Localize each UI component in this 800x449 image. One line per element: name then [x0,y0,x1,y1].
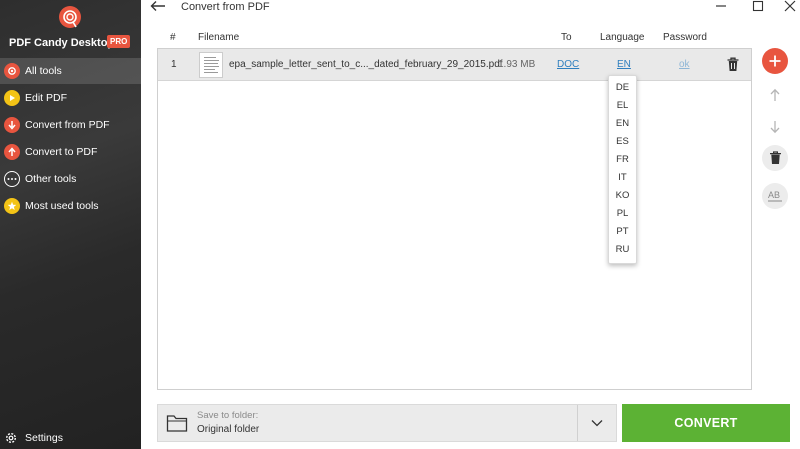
language-option-en[interactable]: EN [609,118,636,129]
app-logo-area: PDF Candy Desktop PRO [0,0,141,58]
plus-icon [769,55,781,67]
delete-file-icon[interactable] [726,57,740,72]
chevron-down-icon[interactable] [590,417,604,429]
arrow-up-icon [4,144,20,160]
pdf-candy-logo-icon [59,6,81,28]
save-folder-label: Save to folder: [197,410,259,421]
sidebar-item-label: Convert to PDF [25,146,98,158]
sidebar-item-all-tools[interactable]: All tools [0,58,141,84]
all-tools-icon [4,63,20,79]
language-link[interactable]: EN [617,59,631,70]
column-language: Language [600,32,645,43]
arrow-down-icon [770,121,780,134]
sidebar-item-label: Edit PDF [25,92,68,104]
save-folder-selector[interactable]: Save to folder: Original folder [157,404,617,442]
sidebar-item-label: Most used tools [25,200,99,212]
language-option-es[interactable]: ES [609,136,636,147]
app-name: PDF Candy Desktop [9,37,115,49]
delete-all-button[interactable] [762,145,788,171]
output-format-link[interactable]: DOC [557,59,579,70]
sidebar-item-other-tools[interactable]: Other tools [0,166,141,192]
svg-text:AB: AB [768,190,780,200]
language-option-ko[interactable]: KO [609,190,636,201]
language-option-de[interactable]: DE [609,82,636,93]
table-row[interactable]: 1 epa_sample_letter_sent_to_c..._dated_f… [158,49,751,81]
sidebar-item-edit-pdf[interactable]: Edit PDF [0,85,141,111]
sidebar-item-label: Convert from PDF [25,119,110,131]
convert-button[interactable]: CONVERT [622,404,790,442]
column-filename: Filename [198,32,240,43]
column-index: # [170,32,176,43]
language-option-pt[interactable]: PT [609,226,636,237]
language-option-fr[interactable]: FR [609,154,636,165]
edit-pdf-icon [4,90,20,106]
add-file-button[interactable] [762,48,788,74]
page-title: Convert from PDF [181,1,270,13]
password-link[interactable]: ok [679,59,690,70]
file-name: epa_sample_letter_sent_to_c..._dated_feb… [229,59,503,70]
maximize-icon[interactable] [750,0,766,12]
sidebar-item-label: All tools [25,65,62,77]
language-option-it[interactable]: IT [609,172,636,183]
folder-icon [166,415,188,432]
row-index: 1 [171,59,177,70]
file-size: 1.93 MB [498,59,536,70]
divider [577,405,578,441]
table-header: # Filename To Language Password [157,30,752,48]
rename-button[interactable]: AB [762,183,788,209]
file-thumbnail [199,52,223,78]
move-up-button[interactable] [762,82,788,108]
arrow-up-icon [770,88,780,101]
sidebar-item-label: Other tools [25,173,77,185]
rename-ab-icon: AB [768,190,782,202]
close-icon[interactable] [782,0,798,12]
sidebar-item-convert-to-pdf[interactable]: Convert to PDF [0,139,141,165]
column-to: To [561,32,572,43]
minimize-icon[interactable] [713,0,729,12]
sidebar: PDF Candy Desktop PRO All tools Edit PDF… [0,0,141,449]
sidebar-item-convert-from-pdf[interactable]: Convert from PDF [0,112,141,138]
language-option-pl[interactable]: PL [609,208,636,219]
pro-badge: PRO [107,35,131,48]
settings-button[interactable]: Settings [4,431,63,445]
sidebar-item-most-used-tools[interactable]: Most used tools [0,193,141,219]
move-down-button[interactable] [762,114,788,140]
settings-label: Settings [25,432,63,444]
language-option-ru[interactable]: RU [609,244,636,255]
file-list: 1 epa_sample_letter_sent_to_c..._dated_f… [157,48,752,390]
language-dropdown-menu: DE EL EN ES FR IT KO PL PT RU [608,75,637,264]
back-arrow-icon[interactable] [150,0,166,12]
arrow-down-icon [4,117,20,133]
save-folder-value: Original folder [197,424,260,435]
dots-icon [4,171,20,187]
column-password: Password [663,32,707,43]
trash-icon [769,151,781,164]
language-option-el[interactable]: EL [609,100,636,111]
star-icon [4,198,20,214]
gear-icon [5,432,17,444]
